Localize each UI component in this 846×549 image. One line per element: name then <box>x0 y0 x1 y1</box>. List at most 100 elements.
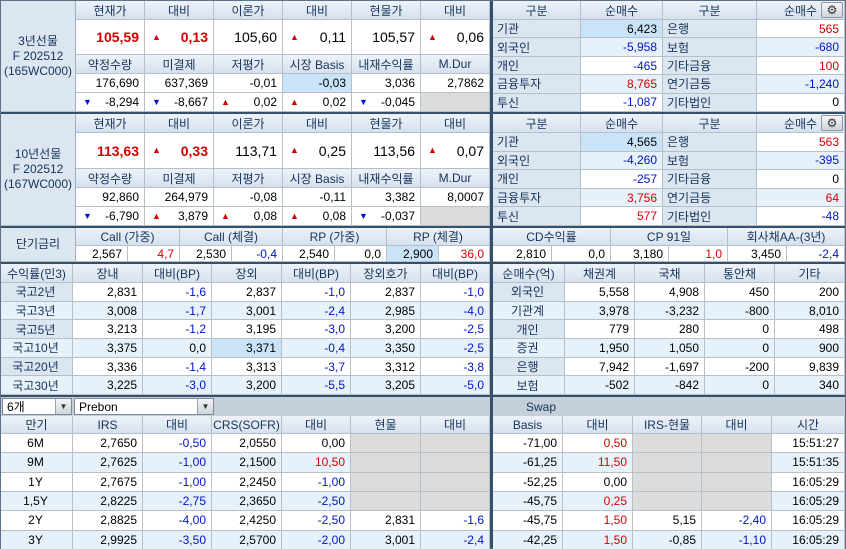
yield-cell: 0,0 <box>143 339 212 358</box>
header-label: 시장 Basis <box>289 57 345 72</box>
cell-value: 113,71 <box>235 142 277 159</box>
swap-cell: -52,25 <box>493 472 563 492</box>
netbuy-cell: -842 <box>635 376 705 396</box>
investor-row: 기관 4,565 은행 563 <box>493 133 845 152</box>
cell-value: -0,03 <box>318 76 346 90</box>
swap-cell: 2,4250 <box>212 511 282 531</box>
cell-value: 2,7650 <box>100 436 137 451</box>
cell-value: 36,0 <box>460 246 484 261</box>
label-text: 3Y <box>28 532 43 547</box>
source-dropdown[interactable]: Prebon ▼ <box>74 398 214 415</box>
header-label: RP (가중) <box>309 230 360 244</box>
netbuy-cell: 1,950 <box>565 339 635 358</box>
instrument-label-line: F 202512 <box>12 48 64 63</box>
netbuy-cell: -48 <box>757 207 845 226</box>
up-arrow-icon: ▲ <box>221 96 230 107</box>
header-label: 저평가 <box>231 57 265 72</box>
swap-toolbar: 6개 ▼ Prebon ▼ Swap <box>1 397 845 416</box>
swap-cell <box>421 472 490 492</box>
netbuy-cell: 9,839 <box>775 357 845 377</box>
cell-value: -1,00 <box>317 474 345 489</box>
investor-label: 기관 <box>493 20 581 39</box>
cell-value: 금융투자 <box>497 191 542 206</box>
header-label: Call (체결) <box>203 230 259 244</box>
netbuy-cell: 565 <box>757 20 845 39</box>
column-header: 미결제 <box>145 55 214 74</box>
swap-cell: -2,50 <box>282 511 351 531</box>
cell-value: 3,350 <box>384 340 415 355</box>
cell-value: 2,985 <box>384 303 415 318</box>
cell-value: 개인 <box>497 172 520 187</box>
swap-cell <box>351 491 421 512</box>
yield-header-row: 수익률(민3) 장내 대비(BP) 장외 대비(BP) 장외호가 대비(BP) <box>1 264 490 283</box>
header-label: 약정수량 <box>87 171 133 186</box>
swap-cell: -2,4 <box>421 530 490 549</box>
yield-row: 국고3년 3,008 -1,7 3,001 -2,4 2,985 -4,0 <box>1 301 490 321</box>
investor-label: 외국인 <box>493 151 581 171</box>
rates-left-block: 단기금리 Call (가중) Call (체결) RP (가중) RP (체결) 2,56… <box>1 228 490 262</box>
cell-value: -3,7 <box>324 359 345 374</box>
cell-value: -0,11 <box>319 190 346 204</box>
yield-cell: 3,375 <box>73 339 143 358</box>
yield-cell: -1,6 <box>143 283 212 302</box>
cell-value: 2,831 <box>106 284 137 299</box>
header-label: 현재가 <box>93 116 127 131</box>
cell-value: 3,313 <box>245 359 276 374</box>
settings-gear-button[interactable]: ⚙ <box>821 2 843 18</box>
yield-table: 수익률(민3) 장내 대비(BP) 장외 대비(BP) 장외호가 대비(BP) 국고2년 2,8… <box>1 264 490 396</box>
header-label: 채권계 <box>582 266 617 281</box>
column-header: 저평가 <box>214 55 283 74</box>
count-dropdown[interactable]: 6개 ▼ <box>2 398 72 415</box>
instrument-label: 3년선물 F 202512 (165WC000) <box>1 1 76 112</box>
header-label: 순매수 <box>604 3 639 18</box>
cell-value: 기관 <box>497 135 520 150</box>
cell-value: -4,00 <box>178 513 206 528</box>
cell-value: 0,08 <box>322 209 346 223</box>
cell-value: 2,2450 <box>239 474 276 489</box>
cell-value: 0,00 <box>603 474 627 489</box>
cell-value: 3,756 <box>626 190 657 205</box>
cell-value: 637,369 <box>164 76 208 90</box>
netbuy-cell: 200 <box>775 283 845 302</box>
price-header-row: 현재가 대비 이론가 대비 현물가 대비 <box>76 114 490 133</box>
yield-cell: -1,2 <box>143 320 212 340</box>
rate-value-cell: 2,567 <box>76 246 128 262</box>
cell-value: 0 <box>832 95 839 110</box>
rate-change-cell: 0,0 <box>552 246 611 262</box>
cell-value: 3,450 <box>750 246 781 261</box>
cell-value: 보험 <box>667 40 690 55</box>
short-term-rates-section: 단기금리 Call (가중) Call (체결) RP (가중) RP (체결) 2,56… <box>1 228 845 264</box>
yield-cell: -2,4 <box>282 301 351 321</box>
yield-cell: -5,0 <box>421 376 490 396</box>
yield-cell: 3,205 <box>351 376 421 396</box>
futures-panel-3yr: 3년선물 F 202512 (165WC000) 현재가 대비 이론가 대비 현물가 대비 105… <box>1 1 845 114</box>
yield-cell: -3,0 <box>282 320 351 340</box>
cell-value: 0,25 <box>318 142 346 159</box>
rate-value-cell: 2,810 <box>493 246 552 262</box>
stat-cell: 3,382 <box>352 188 421 207</box>
stat-header-row: 약정수량 미결제 저평가 시장 Basis 내재수익률 M.Dur <box>76 169 490 188</box>
tenor-label: 국고20년 <box>1 357 73 377</box>
header-label: 내재수익률 <box>358 57 414 72</box>
swap-cell: 2,7675 <box>73 472 143 492</box>
cell-value: 2,831 <box>384 513 415 528</box>
time-cell: 16:05:29 <box>772 511 845 531</box>
cell-value: 7,942 <box>598 359 629 374</box>
column-header: M.Dur <box>421 55 490 74</box>
up-arrow-icon: ▲ <box>428 145 437 155</box>
cell-value: -680 <box>814 40 839 55</box>
yield-cell: 3,312 <box>351 357 421 377</box>
header-label: 미결제 <box>162 57 196 72</box>
cell-value: 280 <box>678 322 699 337</box>
cell-value: -2,5 <box>463 322 484 337</box>
netbuy-cell: -1,240 <box>757 75 845 94</box>
column-header: IRS-현물 <box>633 416 702 434</box>
header-label: 순매수 <box>604 116 639 131</box>
investor-label: 금융투자 <box>493 75 581 94</box>
futures-rows: 현재가 대비 이론가 대비 현물가 대비 113,63 ▲ 0,33 113,71 ▲ 0,25 113… <box>76 114 490 226</box>
swap-cell: -71,00 <box>493 434 563 454</box>
header-label: 통안채 <box>722 266 757 281</box>
settings-gear-button[interactable]: ⚙ <box>821 115 843 131</box>
column-header: 대비 <box>143 416 212 434</box>
swap-cell: 2,5700 <box>212 530 282 549</box>
